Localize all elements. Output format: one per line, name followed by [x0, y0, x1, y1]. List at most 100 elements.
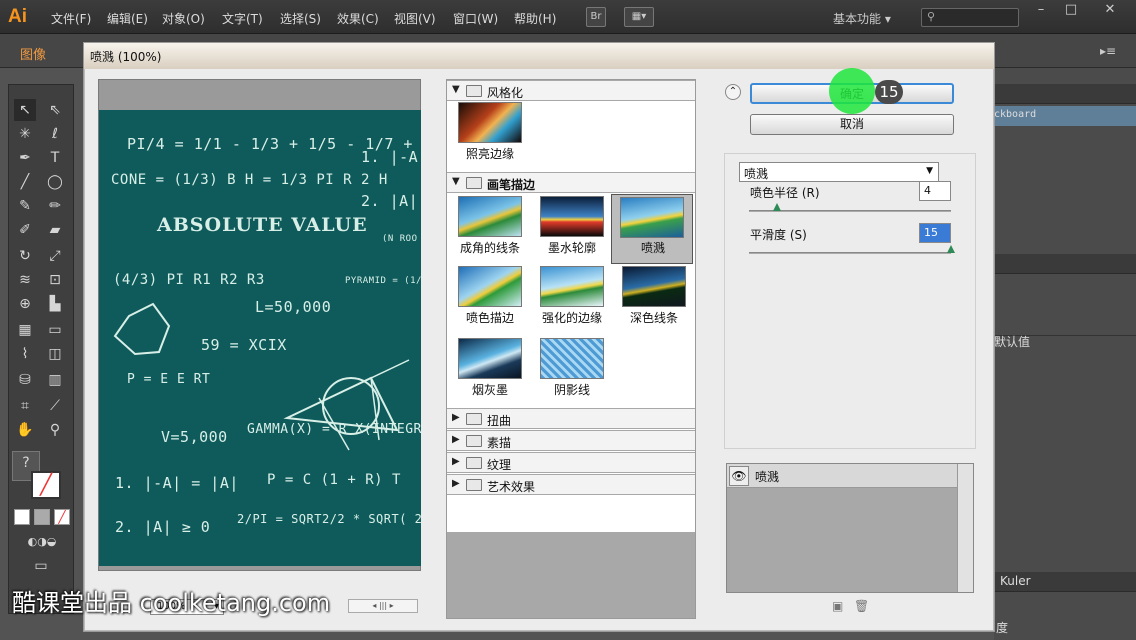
- dialog-titlebar[interactable]: 喷溅 (100%): [84, 43, 994, 69]
- selection-type-label: 图像: [20, 48, 47, 63]
- slice-tool-icon[interactable]: ⟋: [44, 395, 66, 417]
- expanded-triangle-icon: ▼: [452, 176, 460, 187]
- collapsed-triangle-icon: ▶: [452, 478, 460, 489]
- cancel-button[interactable]: 取消: [750, 114, 954, 135]
- menu-edit[interactable]: 编辑(E): [107, 10, 148, 27]
- category-artistic[interactable]: ▶ 艺术效果: [447, 474, 695, 495]
- blend-tool-icon[interactable]: ◫: [44, 343, 66, 365]
- gradient-tool-icon[interactable]: ▭: [44, 319, 66, 341]
- menu-type[interactable]: 文字(T): [222, 10, 263, 27]
- filter-thumb-sumi-e[interactable]: 烟灰墨: [457, 338, 539, 408]
- ellipse-tool-icon[interactable]: ◯: [44, 171, 66, 193]
- filter-thumbnail: [458, 338, 522, 379]
- mesh-tool-icon[interactable]: ▦: [14, 319, 36, 341]
- spray-radius-input[interactable]: 4: [919, 181, 951, 201]
- workspace-switcher[interactable]: 基本功能 ▾: [833, 10, 891, 27]
- lasso-tool-icon[interactable]: ℓ: [44, 123, 66, 145]
- type-tool-icon[interactable]: T: [44, 147, 66, 169]
- smoothness-slider[interactable]: [749, 252, 951, 254]
- effect-layer-row[interactable]: 👁 喷溅: [727, 464, 957, 488]
- arrange-documents-icon[interactable]: ▦▾: [624, 7, 654, 27]
- category-stylize[interactable]: ▼ 风格化: [447, 80, 695, 101]
- blob-brush-tool-icon[interactable]: ✐: [14, 219, 36, 241]
- bridge-button[interactable]: Br: [586, 7, 606, 27]
- collapsed-triangle-icon: ▶: [452, 434, 460, 445]
- line-tool-icon[interactable]: ╱: [14, 171, 36, 193]
- menu-object[interactable]: 对象(O): [162, 10, 205, 27]
- screen-mode-icon[interactable]: ▭: [27, 555, 55, 577]
- filter-thumb-dark-strokes[interactable]: 深色线条: [621, 266, 703, 336]
- layers-scrollbar[interactable]: [957, 464, 973, 592]
- pen-tool-icon[interactable]: ✒: [14, 147, 36, 169]
- delete-effect-layer-icon[interactable]: 🗑: [854, 599, 869, 613]
- filter-thumb-spatter[interactable]: 喷溅: [611, 194, 693, 264]
- category-texture[interactable]: ▶ 纹理: [447, 452, 695, 473]
- rotate-tool-icon[interactable]: ↻: [14, 245, 36, 267]
- category-brush-strokes[interactable]: ▼ 画笔描边: [447, 172, 695, 193]
- hand-tool-icon[interactable]: ✋: [14, 419, 36, 441]
- new-effect-layer-icon[interactable]: ▣: [832, 599, 843, 613]
- defaults-label[interactable]: 默认值: [994, 333, 1030, 350]
- collapse-gallery-icon[interactable]: ⌃: [725, 84, 741, 100]
- stroke-swatch-icon[interactable]: ╱: [31, 471, 61, 499]
- maximize-icon[interactable]: □: [1056, 0, 1086, 20]
- menu-effect[interactable]: 效果(C): [337, 10, 379, 27]
- app-logo: Ai: [8, 6, 27, 27]
- swatch-library-row[interactable]: ckboard: [994, 106, 1136, 126]
- category-sketch[interactable]: ▶ 素描: [447, 430, 695, 451]
- search-input[interactable]: ⚲: [921, 8, 1019, 27]
- color-mode-icon[interactable]: [14, 509, 30, 525]
- horizontal-scrollbar[interactable]: ◂ ||| ▸: [348, 599, 418, 613]
- menu-select[interactable]: 选择(S): [280, 10, 321, 27]
- panel-tab-label[interactable]: 度: [996, 619, 1008, 636]
- magic-wand-tool-icon[interactable]: ✳: [14, 123, 36, 145]
- menu-help[interactable]: 帮助(H): [514, 10, 556, 27]
- selection-tool-icon[interactable]: ↖: [14, 99, 36, 121]
- menu-window[interactable]: 窗口(W): [453, 10, 498, 27]
- perspective-grid-tool-icon[interactable]: ▙: [44, 293, 66, 315]
- folder-icon: [466, 413, 482, 425]
- free-transform-tool-icon[interactable]: ⊡: [44, 269, 66, 291]
- pencil-tool-icon[interactable]: ✏: [44, 195, 66, 217]
- artboard-tool-icon[interactable]: ⌗: [14, 395, 36, 417]
- slider-thumb-icon[interactable]: [773, 203, 782, 211]
- filter-thumb-accented-edges[interactable]: 强化的边缘: [539, 266, 621, 336]
- direct-selection-tool-icon[interactable]: ⇖: [44, 99, 66, 121]
- paintbrush-tool-icon[interactable]: ✎: [14, 195, 36, 217]
- slider-thumb-icon[interactable]: [947, 245, 955, 253]
- eraser-tool-icon[interactable]: ▰: [44, 219, 66, 241]
- menu-view[interactable]: 视图(V): [394, 10, 436, 27]
- filter-settings-panel: 喷溅 ▼ 喷色半径 (R) 4 平滑度 (S) 15: [724, 153, 976, 449]
- filter-thumb-glowing-edges[interactable]: 照亮边缘: [457, 102, 539, 172]
- filter-thumbnail: [540, 196, 604, 237]
- shape-builder-tool-icon[interactable]: ⊕: [14, 293, 36, 315]
- filter-thumb-angled-strokes[interactable]: 成角的线条: [457, 196, 539, 266]
- category-distort[interactable]: ▶ 扭曲: [447, 408, 695, 429]
- zoom-tool-icon[interactable]: ⚲: [44, 419, 66, 441]
- filter-thumb-crosshatch[interactable]: 阴影线: [539, 338, 621, 408]
- column-graph-tool-icon[interactable]: ▥: [44, 369, 66, 391]
- none-mode-icon[interactable]: ╱: [54, 509, 70, 525]
- scale-tool-icon[interactable]: ⤢: [44, 245, 66, 267]
- smoothness-input[interactable]: 15: [919, 223, 951, 243]
- panel-menu-icon[interactable]: ▸≡: [1100, 44, 1116, 58]
- eyedropper-tool-icon[interactable]: ⌇: [14, 343, 36, 365]
- visibility-eye-icon[interactable]: 👁: [729, 466, 749, 486]
- kuler-panel-tab[interactable]: Kuler: [994, 572, 1136, 592]
- draw-mode-icon[interactable]: ◐◑◒: [14, 531, 70, 549]
- expanded-triangle-icon: ▼: [452, 84, 460, 95]
- preview-pane[interactable]: PI/4 = 1/1 - 1/3 + 1/5 - 1/7 + ... CONE …: [98, 79, 421, 571]
- close-icon[interactable]: ✕: [1090, 0, 1130, 20]
- warp-tool-icon[interactable]: ≋: [14, 269, 36, 291]
- minimize-icon[interactable]: –: [1026, 0, 1056, 20]
- gallery-empty-area: [447, 532, 695, 618]
- gradient-mode-icon[interactable]: [34, 509, 50, 525]
- filter-thumb-ink-outlines[interactable]: 墨水轮廓: [539, 196, 621, 266]
- smoothness-label: 平滑度 (S): [750, 228, 807, 242]
- filter-thumbnail: [458, 266, 522, 307]
- symbol-sprayer-tool-icon[interactable]: ⛁: [14, 369, 36, 391]
- filter-thumb-sprayed-strokes[interactable]: 喷色描边: [457, 266, 539, 336]
- filter-select[interactable]: 喷溅 ▼: [739, 162, 939, 182]
- collapsed-triangle-icon: ▶: [452, 412, 460, 423]
- menu-file[interactable]: 文件(F): [51, 10, 91, 27]
